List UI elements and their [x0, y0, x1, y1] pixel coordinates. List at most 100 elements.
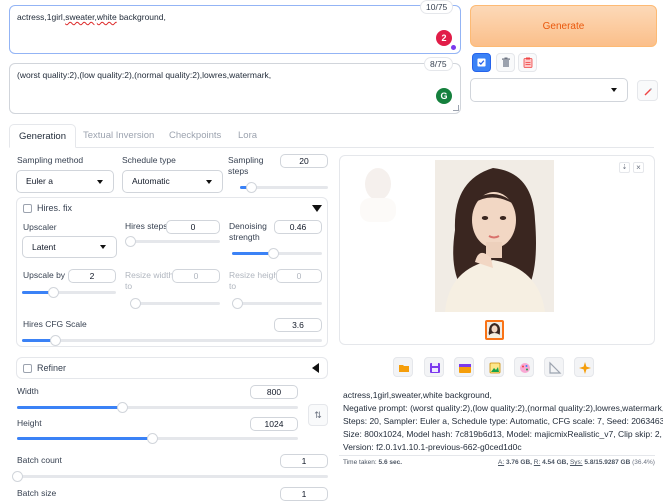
thumbnail-selected[interactable]	[485, 320, 504, 340]
trash-icon	[501, 57, 510, 67]
active-mem-label: A:	[498, 459, 505, 466]
generation-info-version: Version: f2.0.1v1.10.1-previous-662-g0ce…	[343, 442, 522, 452]
slider-knob[interactable]	[130, 298, 141, 309]
slider-knob[interactable]	[146, 433, 158, 444]
sampling-steps-label: Sampling steps	[228, 155, 263, 177]
height-input[interactable]: 1024	[250, 417, 298, 431]
width-input[interactable]: 800	[250, 385, 298, 399]
palette-icon	[520, 363, 530, 373]
grammarly-icon[interactable]: G	[436, 88, 452, 104]
resize-height-label-line1: Resize height	[229, 270, 281, 280]
clear-prompt-button[interactable]	[496, 53, 515, 72]
save-button[interactable]	[424, 357, 444, 377]
slider-knob[interactable]	[48, 287, 60, 298]
hires-cfg-input[interactable]: 3.6	[274, 318, 322, 332]
hires-fix-checkbox[interactable]	[23, 204, 32, 213]
resize-width-label: Resize width to	[125, 270, 173, 292]
download-icon[interactable]: ⇣	[619, 162, 630, 173]
slider-knob[interactable]	[117, 402, 129, 413]
chevron-down-icon	[611, 88, 617, 92]
sampling-steps-label-line2: steps	[228, 166, 249, 176]
negative-token-counter: 8/75	[424, 57, 453, 71]
memory-stats: A: 3.76 GB, R: 4.54 GB, Sys: 5.8/15.9287…	[498, 459, 655, 466]
positive-prompt-input[interactable]: actress,1girl,sweater,white background,	[9, 5, 461, 54]
upscaler-value: Latent	[32, 242, 56, 252]
generation-info-prompt: actress,1girl,sweater,white background,	[343, 390, 492, 400]
tab-checkpoints[interactable]: Checkpoints	[169, 124, 221, 148]
tab-lora[interactable]: Lora	[238, 124, 257, 148]
styles-button[interactable]	[518, 53, 537, 72]
chevron-down-icon	[206, 179, 212, 184]
sampling-steps-label-line1: Sampling	[228, 155, 264, 165]
clipboard-icon	[523, 57, 532, 68]
batch-count-input[interactable]: 1	[280, 454, 328, 468]
sparkle-icon	[579, 362, 591, 374]
send-to-img2img-button[interactable]	[484, 357, 504, 377]
resize-width-input[interactable]: 0	[172, 269, 220, 283]
generation-info-negative: Negative prompt: (worst quality:2),(low …	[343, 403, 663, 413]
hires-steps-slider[interactable]	[125, 236, 220, 247]
generation-info-model: Size: 800x1024, Model hash: 7c819b6d13, …	[343, 429, 662, 439]
batch-count-slider[interactable]	[12, 471, 328, 482]
folder-icon	[399, 365, 409, 372]
swap-dimensions-button[interactable]: ⇅	[308, 404, 328, 426]
hires-steps-input[interactable]: 0	[166, 220, 220, 234]
paste-settings-button[interactable]	[472, 53, 491, 72]
slider-knob[interactable]	[232, 298, 243, 309]
batch-size-input[interactable]: 1	[280, 487, 328, 501]
send-to-inpaint-button[interactable]	[514, 357, 534, 377]
denoising-strength-slider[interactable]	[232, 248, 322, 259]
generate-button[interactable]: Generate	[470, 5, 657, 47]
slider-knob[interactable]	[125, 236, 136, 247]
height-slider[interactable]	[17, 433, 298, 444]
resize-width-slider[interactable]	[130, 298, 220, 309]
resize-handle-icon[interactable]	[453, 105, 459, 111]
tab-generation[interactable]: Generation	[9, 124, 77, 148]
info-divider	[339, 455, 655, 456]
upscale-by-input[interactable]: 2	[68, 269, 116, 283]
edit-styles-button[interactable]	[637, 80, 658, 101]
close-icon[interactable]: ×	[633, 162, 644, 173]
schedule-type-dropdown[interactable]: Automatic	[122, 170, 223, 193]
generated-image[interactable]	[435, 160, 554, 312]
output-gallery: ⇣ ×	[339, 155, 655, 345]
collapse-triangle-icon[interactable]	[312, 205, 322, 212]
schedule-type-value: Automatic	[132, 176, 170, 186]
reserved-mem-label: R:	[533, 459, 541, 466]
upscale-by-slider[interactable]	[22, 287, 116, 298]
refiner-checkbox[interactable]	[23, 364, 32, 373]
resize-height-input[interactable]: 0	[276, 269, 322, 283]
send-to-extras-button[interactable]	[544, 357, 564, 377]
grammar-alert-badge[interactable]: 2	[436, 30, 452, 46]
negative-prompt-input[interactable]: (worst quality:2),(low quality:2),(norma…	[9, 63, 461, 114]
open-folder-button[interactable]	[393, 357, 413, 377]
upscale-button[interactable]	[574, 357, 594, 377]
upscale-by-label: Upscale by	[23, 270, 66, 280]
zip-icon	[459, 364, 471, 373]
upscaler-dropdown[interactable]: Latent	[22, 236, 117, 258]
portrait-image-icon	[435, 160, 554, 312]
sampling-method-dropdown[interactable]: Euler a	[16, 170, 114, 193]
hires-cfg-slider[interactable]	[22, 335, 322, 346]
slider-knob[interactable]	[246, 182, 258, 193]
prompt-misspelled-word: white	[96, 12, 117, 22]
hires-fix-label: Hires. fix	[37, 203, 73, 213]
background-thumbnail	[354, 162, 402, 222]
sampling-steps-input[interactable]: 20	[280, 154, 328, 168]
batch-count-label: Batch count	[17, 455, 62, 465]
slider-knob[interactable]	[50, 335, 61, 346]
zip-button[interactable]	[454, 357, 474, 377]
tab-textual-inversion[interactable]: Textual Inversion	[83, 124, 154, 148]
styles-dropdown[interactable]	[470, 78, 628, 102]
denoising-label-line1: Denoising	[229, 221, 267, 231]
width-slider[interactable]	[17, 402, 298, 413]
resize-width-label-line1: Resize width	[125, 270, 174, 280]
expand-triangle-icon[interactable]	[312, 363, 319, 373]
hires-cfg-label: Hires CFG Scale	[23, 319, 87, 329]
resize-height-slider[interactable]	[232, 298, 322, 309]
swap-arrows-icon: ⇅	[314, 410, 322, 420]
sampling-steps-slider[interactable]	[240, 182, 328, 193]
slider-fill	[17, 406, 123, 409]
denoising-strength-input[interactable]: 0.46	[274, 220, 322, 234]
slider-knob[interactable]	[12, 471, 23, 482]
